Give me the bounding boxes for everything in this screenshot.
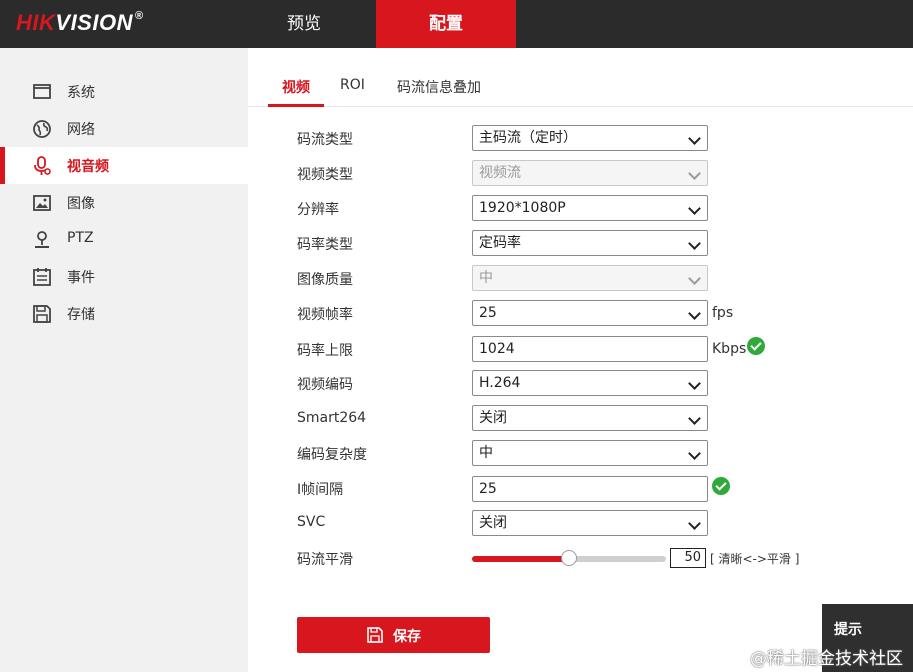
- tab-video[interactable]: 视频: [282, 77, 310, 97]
- chevron-down-icon: [688, 272, 701, 285]
- sidebar-item-label: 存储: [67, 307, 95, 323]
- chevron-down-icon: [688, 167, 701, 180]
- valid-check-icon: [712, 477, 730, 495]
- watermark: @稀土掘金技术社区: [750, 649, 903, 669]
- sidebar-item-label: 网络: [67, 122, 95, 138]
- chevron-down-icon: [688, 412, 701, 425]
- stream-smoothing-slider[interactable]: [472, 550, 666, 566]
- chevron-down-icon: [688, 307, 701, 320]
- encoding-complexity-select[interactable]: 中: [472, 440, 708, 466]
- stream-type-select[interactable]: 主码流（定时）: [472, 125, 708, 151]
- active-indicator: [0, 147, 5, 184]
- sidebar-item-label: 图像: [67, 196, 95, 212]
- sidebar-item-ptz[interactable]: PTZ: [0, 221, 248, 258]
- floppy-icon: [33, 305, 51, 323]
- monitor-icon: [33, 84, 51, 99]
- hikvision-logo: HIKVISION ®: [16, 10, 144, 35]
- bitrate-type-select[interactable]: 定码率: [472, 230, 708, 256]
- sidebar-item-event[interactable]: 事件: [0, 258, 248, 295]
- sidebar-item-system[interactable]: 系统: [0, 73, 248, 110]
- image-icon: [33, 195, 51, 211]
- save-button-label: 保存: [393, 629, 421, 645]
- video-type-label: 视频类型: [297, 167, 353, 183]
- max-bitrate-input[interactable]: 1024: [472, 336, 708, 362]
- sidebar-item-image[interactable]: 图像: [0, 184, 248, 221]
- stream-smoothing-value[interactable]: 50: [670, 548, 706, 568]
- nav-preview[interactable]: 预览: [248, 0, 360, 48]
- chevron-down-icon: [688, 202, 701, 215]
- slider-thumb[interactable]: [561, 550, 577, 566]
- chevron-down-icon: [688, 237, 701, 250]
- i-frame-interval-label: I帧间隔: [297, 482, 344, 498]
- svc-select[interactable]: 关闭: [472, 510, 708, 536]
- max-bitrate-label: 码率上限: [297, 343, 353, 359]
- valid-check-icon: [747, 337, 765, 355]
- stream-type-label: 码流类型: [297, 132, 353, 148]
- tip-label: 提示: [834, 622, 862, 638]
- sidebar-item-audio-video[interactable]: 视音频: [0, 147, 248, 184]
- chevron-down-icon: [688, 447, 701, 460]
- resolution-select[interactable]: 1920*1080P: [472, 195, 708, 221]
- sidebar-item-label: 事件: [67, 270, 95, 286]
- frame-rate-label: 视频帧率: [297, 307, 353, 323]
- globe-icon: [33, 120, 51, 138]
- frame-rate-select[interactable]: 25: [472, 300, 708, 326]
- i-frame-interval-input[interactable]: 25: [472, 476, 708, 502]
- save-icon: [367, 627, 383, 643]
- top-bar: HIKVISION ® 预览 配置: [0, 0, 913, 48]
- chevron-down-icon: [688, 517, 701, 530]
- svc-label: SVC: [297, 514, 326, 530]
- ptz-icon: [35, 231, 49, 248]
- sidebar: 系统 网络 视音频 图像 PTZ 事件 存储: [0, 48, 248, 672]
- smart264-label: Smart264: [297, 410, 367, 426]
- tab-divider: [248, 106, 913, 107]
- bitrate-type-label: 码率类型: [297, 237, 353, 253]
- save-button[interactable]: 保存: [297, 617, 490, 653]
- slider-fill: [472, 556, 569, 562]
- tab-roi[interactable]: ROI: [340, 77, 365, 93]
- video-encoding-select[interactable]: H.264: [472, 370, 708, 396]
- video-type-select: 视频流: [472, 160, 708, 186]
- stream-smoothing-label: 码流平滑: [297, 552, 353, 568]
- sidebar-item-label: 系统: [67, 85, 95, 101]
- nav-config[interactable]: 配置: [376, 0, 516, 48]
- chevron-down-icon: [688, 377, 701, 390]
- stream-smoothing-hint: [ 清晰<->平滑 ]: [710, 552, 800, 566]
- tab-stream-info-overlay[interactable]: 码流信息叠加: [397, 77, 481, 97]
- microphone-icon: [34, 156, 51, 175]
- sidebar-item-label: PTZ: [67, 230, 94, 246]
- chevron-down-icon: [688, 132, 701, 145]
- tab-bar: 视频 ROI 码流信息叠加: [248, 48, 913, 108]
- image-quality-select: 中: [472, 265, 708, 291]
- image-quality-label: 图像质量: [297, 272, 353, 288]
- encoding-complexity-label: 编码复杂度: [297, 447, 367, 463]
- sidebar-item-storage[interactable]: 存储: [0, 295, 248, 332]
- max-bitrate-unit: Kbps: [712, 341, 747, 357]
- calendar-icon: [33, 268, 51, 286]
- active-tab-underline: [268, 104, 324, 107]
- sidebar-item-network[interactable]: 网络: [0, 110, 248, 147]
- video-encoding-label: 视频编码: [297, 377, 353, 393]
- sidebar-item-label: 视音频: [67, 159, 109, 175]
- smart264-select[interactable]: 关闭: [472, 405, 708, 431]
- resolution-label: 分辨率: [297, 202, 339, 218]
- frame-rate-unit: fps: [712, 305, 734, 321]
